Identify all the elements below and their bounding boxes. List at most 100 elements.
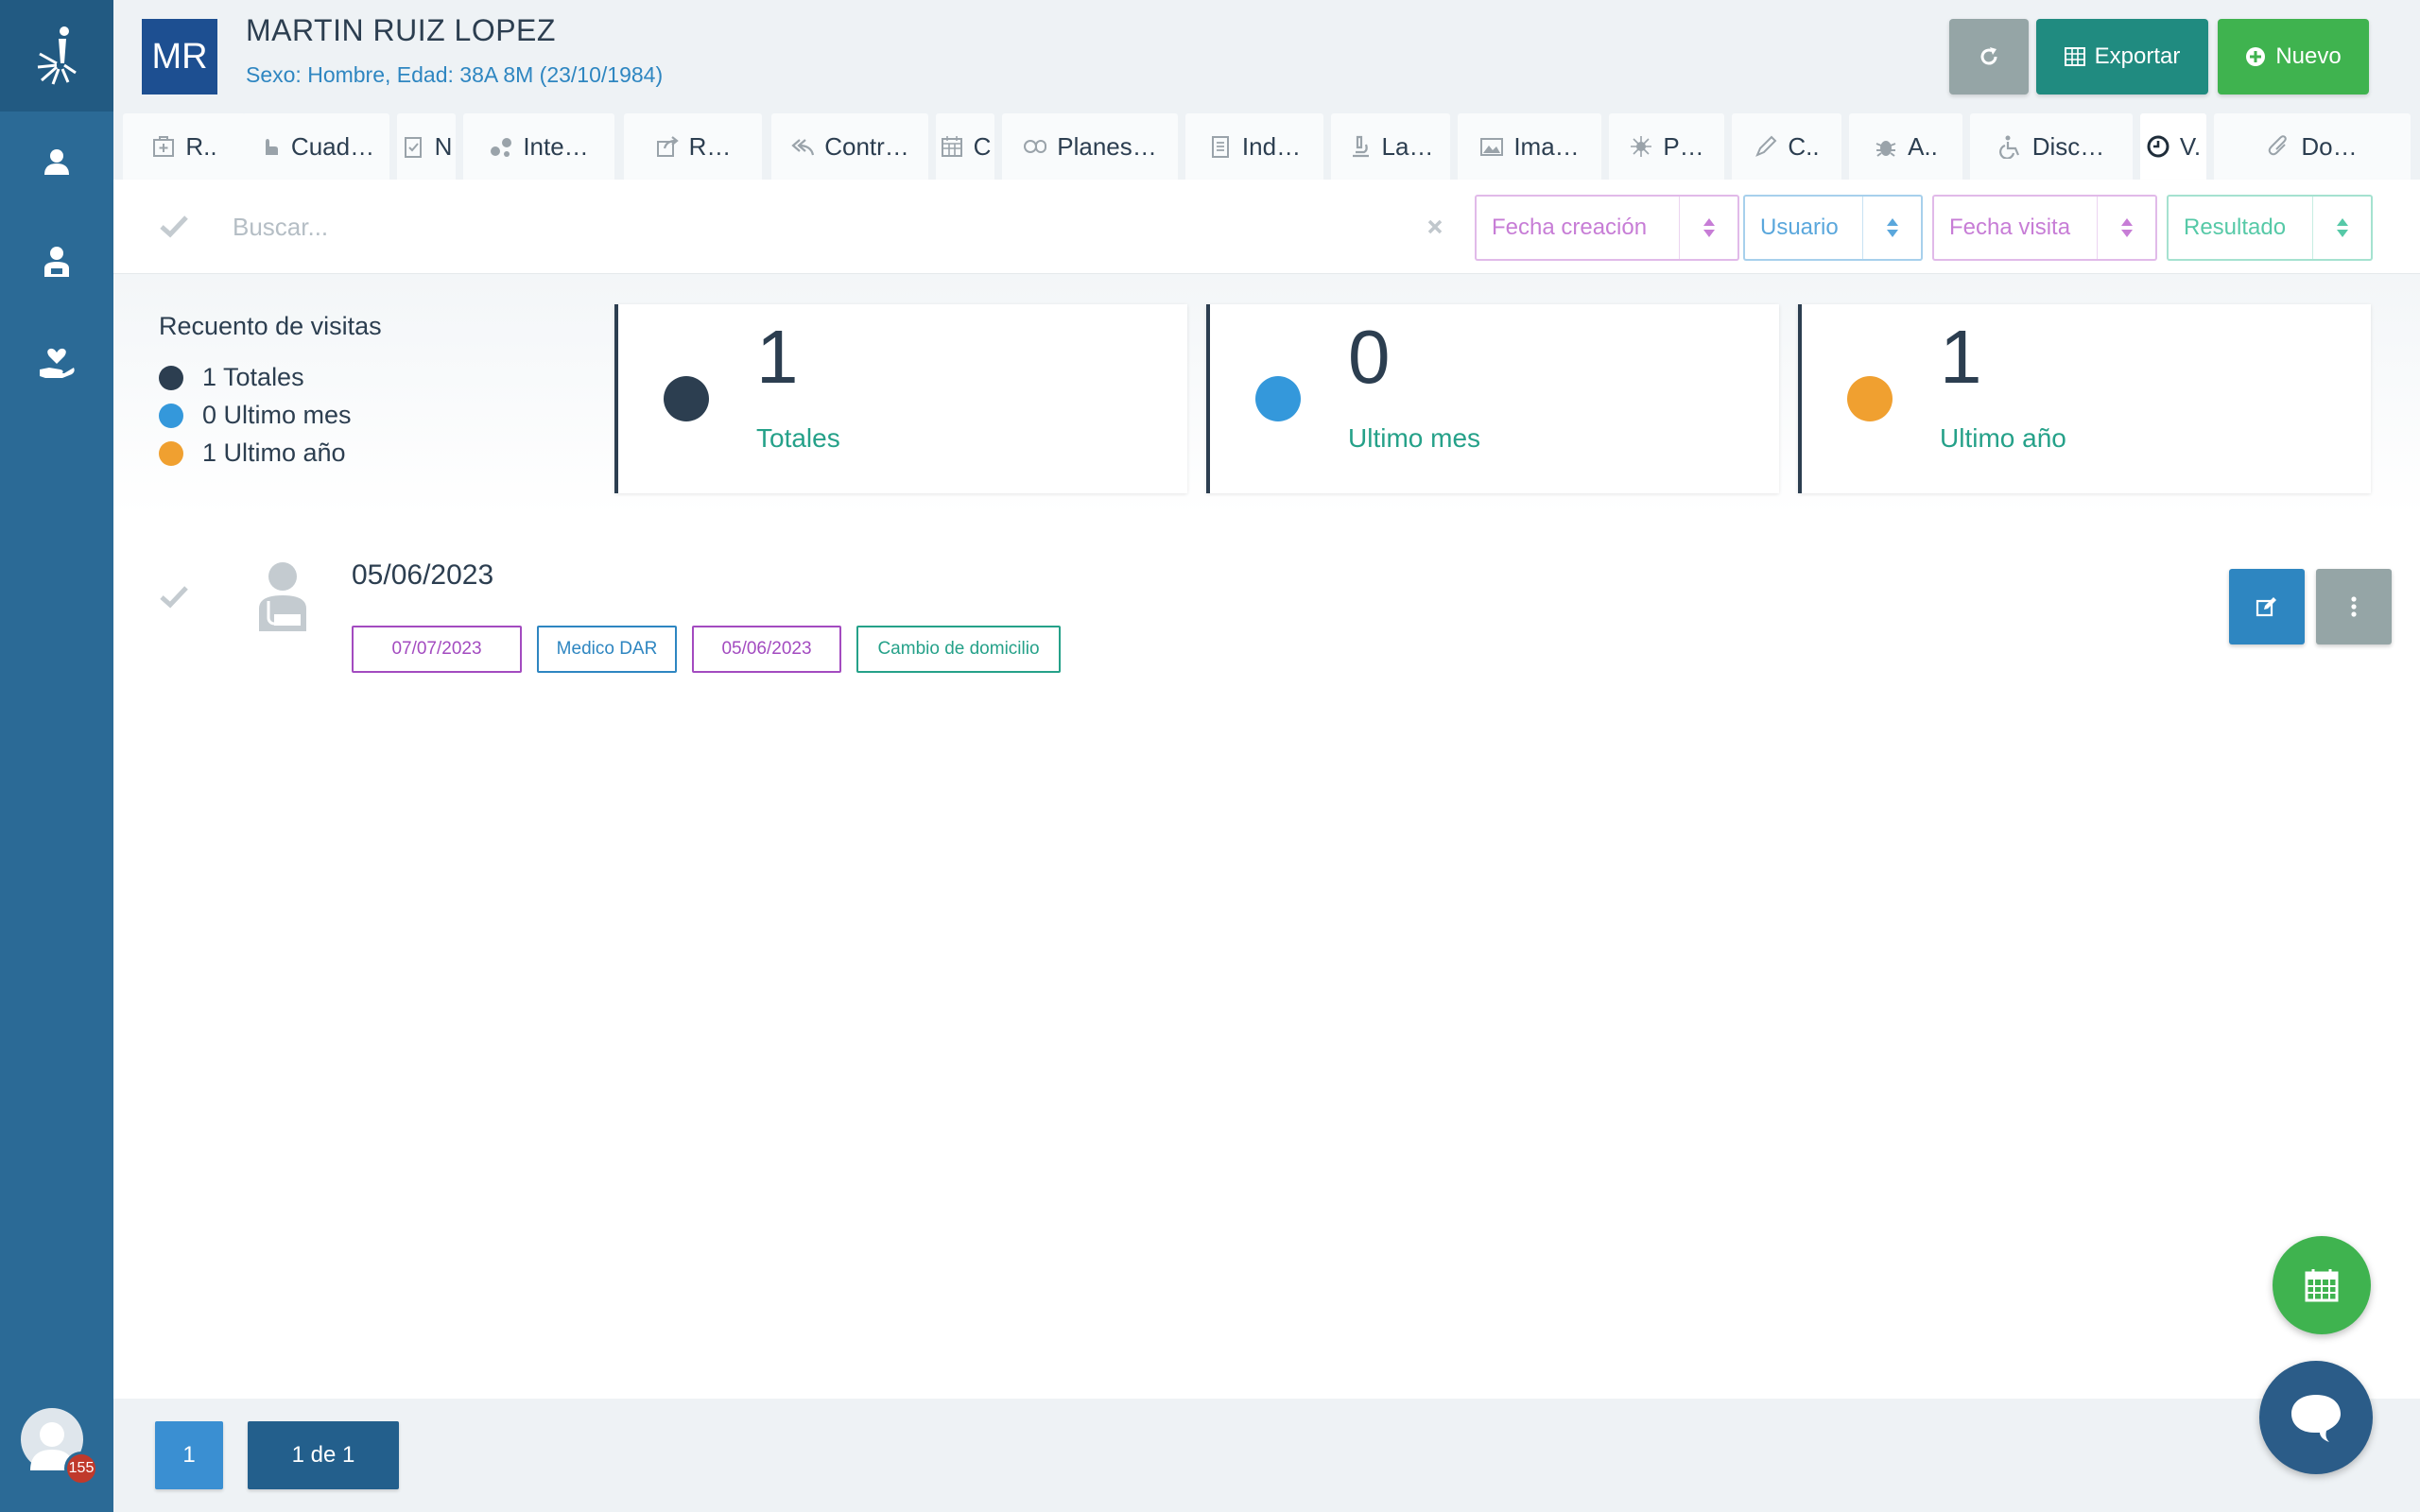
stat-label: Totales bbox=[756, 423, 840, 453]
tab-4[interactable]: R… bbox=[624, 113, 762, 180]
filter-select-3[interactable]: Resultado bbox=[2167, 195, 2373, 261]
sidebar-item-patient[interactable] bbox=[0, 112, 113, 212]
notification-badge[interactable]: 155 bbox=[64, 1452, 98, 1486]
user-icon bbox=[44, 149, 69, 175]
stat-label: Ultimo mes bbox=[1348, 423, 1481, 453]
tab-13[interactable]: A.. bbox=[1849, 113, 1962, 180]
logo-icon bbox=[37, 26, 77, 85]
tab-label: Cuad… bbox=[290, 131, 375, 161]
image-icon bbox=[1479, 134, 1504, 159]
tab-16[interactable]: Do… bbox=[2214, 113, 2411, 180]
search-input[interactable] bbox=[233, 200, 1414, 253]
sidebar: 155 bbox=[0, 0, 113, 1512]
filter-select-0[interactable]: Fecha creación bbox=[1475, 195, 1739, 261]
chat-fab-button[interactable] bbox=[2259, 1361, 2373, 1474]
tab-label: Ima… bbox=[1513, 131, 1580, 161]
filter-select-2[interactable]: Fecha visita bbox=[1932, 195, 2157, 261]
filter-select-label: Fecha creación bbox=[1492, 215, 1648, 240]
section-tabs: R.. Cuad… N Inte… R… Contr… C Planes… Ind… La… Ima… bbox=[113, 112, 2420, 180]
filter-bar: Fecha creación Usuario Fecha visita Resulta… bbox=[113, 180, 2420, 274]
tab-3[interactable]: Inte… bbox=[463, 113, 614, 180]
sort-arrows-icon bbox=[2312, 197, 2371, 259]
sort-arrows-icon bbox=[1679, 197, 1737, 259]
tab-label: La… bbox=[1381, 131, 1434, 161]
export-button[interactable]: Exportar bbox=[2036, 19, 2208, 94]
tab-label: Ind… bbox=[1241, 131, 1302, 161]
visit-tag: Cambio de domicilio bbox=[856, 626, 1061, 673]
clipboard-check-icon bbox=[401, 134, 425, 159]
tab-1[interactable]: Cuad… bbox=[242, 113, 389, 180]
stat-card-month: 0 Ultimo mes bbox=[1206, 304, 1779, 493]
visit-tag: 07/07/2023 bbox=[352, 626, 522, 673]
stat-value: 1 bbox=[756, 315, 799, 399]
page-button-current[interactable]: 1 bbox=[155, 1421, 223, 1489]
tab-7[interactable]: Planes… bbox=[1002, 113, 1178, 180]
filter-select-label: Fecha visita bbox=[1949, 215, 2071, 240]
stat-dot bbox=[664, 376, 709, 421]
clear-filters-button[interactable] bbox=[1409, 195, 1461, 259]
legend-dot bbox=[159, 365, 183, 390]
tab-14[interactable]: Disc… bbox=[1970, 113, 2133, 180]
microscope-icon bbox=[1348, 134, 1373, 159]
visit-stats: Recuento de visitas 1 Totales 0 Ultimo m… bbox=[113, 274, 2420, 515]
clock-icon bbox=[2146, 134, 2170, 159]
refresh-icon bbox=[1980, 47, 1997, 65]
check-icon[interactable] bbox=[159, 584, 189, 609]
stat-dot bbox=[1847, 376, 1893, 421]
tab-2[interactable]: N bbox=[397, 113, 456, 180]
tab-6[interactable]: C bbox=[936, 113, 994, 180]
tab-11[interactable]: P… bbox=[1609, 113, 1724, 180]
user-avatar[interactable]: 155 bbox=[21, 1408, 98, 1486]
ellipsis-vertical-icon bbox=[2351, 596, 2357, 617]
stat-dot bbox=[1255, 376, 1301, 421]
sidebar-item-injured[interactable] bbox=[0, 212, 113, 312]
tab-9[interactable]: La… bbox=[1331, 113, 1450, 180]
tab-8[interactable]: Ind… bbox=[1185, 113, 1323, 180]
more-options-button[interactable] bbox=[2316, 569, 2392, 644]
calendar-icon bbox=[940, 134, 964, 159]
new-button[interactable]: Nuevo bbox=[2218, 19, 2369, 94]
stats-title: Recuento de visitas bbox=[159, 312, 382, 340]
tab-10[interactable]: Ima… bbox=[1458, 113, 1601, 180]
pen-icon bbox=[1754, 134, 1778, 159]
refresh-button[interactable] bbox=[1949, 19, 2029, 94]
legend-label: 1 Totales bbox=[202, 363, 304, 391]
wheelchair-icon bbox=[1998, 134, 2023, 159]
stat-label: Ultimo año bbox=[1940, 423, 2066, 453]
filter-select-1[interactable]: Usuario bbox=[1743, 195, 1923, 261]
calendar-icon bbox=[2305, 1269, 2339, 1302]
sidebar-item-care[interactable] bbox=[0, 312, 113, 412]
hand-heart-icon bbox=[40, 348, 75, 378]
pagination-footer: 1 1 de 1 bbox=[113, 1399, 2420, 1512]
check-icon[interactable] bbox=[159, 214, 189, 238]
stat-card-year: 1 Ultimo año bbox=[1798, 304, 2371, 493]
tab-label: R.. bbox=[185, 131, 217, 161]
tab-12[interactable]: C.. bbox=[1732, 113, 1841, 180]
table-icon bbox=[2064, 47, 2085, 66]
visit-tag: 05/06/2023 bbox=[692, 626, 841, 673]
tab-label: C.. bbox=[1788, 131, 1820, 161]
legend-item-year: 1 Ultimo año bbox=[159, 438, 346, 468]
tab-0[interactable]: R.. bbox=[123, 113, 246, 180]
hand-icon bbox=[257, 134, 282, 159]
edit-button[interactable] bbox=[2229, 569, 2305, 644]
virus-icon bbox=[1629, 134, 1653, 159]
patient-initials: MR bbox=[142, 19, 217, 94]
app-logo[interactable] bbox=[0, 0, 113, 112]
clipboard-list-icon bbox=[1208, 134, 1233, 159]
patient-info: Sexo: Hombre, Edad: 38A 8M (23/10/1984) bbox=[246, 62, 664, 87]
plus-circle-icon bbox=[2246, 47, 2266, 66]
tab-label: Inte… bbox=[523, 131, 589, 161]
legend-label: 1 Ultimo año bbox=[202, 438, 346, 467]
tab-label: R… bbox=[688, 131, 732, 161]
tab-label: A.. bbox=[1908, 131, 1938, 161]
bug-icon bbox=[1874, 134, 1898, 159]
calendar-fab-button[interactable] bbox=[2273, 1236, 2371, 1334]
tab-5[interactable]: Contr… bbox=[771, 113, 928, 180]
filter-select-label: Usuario bbox=[1760, 215, 1839, 240]
page-summary-button[interactable]: 1 de 1 bbox=[248, 1421, 399, 1489]
visit-date: 05/06/2023 bbox=[352, 559, 494, 591]
tab-15[interactable]: V. bbox=[2140, 113, 2206, 180]
tab-label: V. bbox=[2179, 131, 2202, 161]
stat-value: 1 bbox=[1940, 315, 1982, 399]
